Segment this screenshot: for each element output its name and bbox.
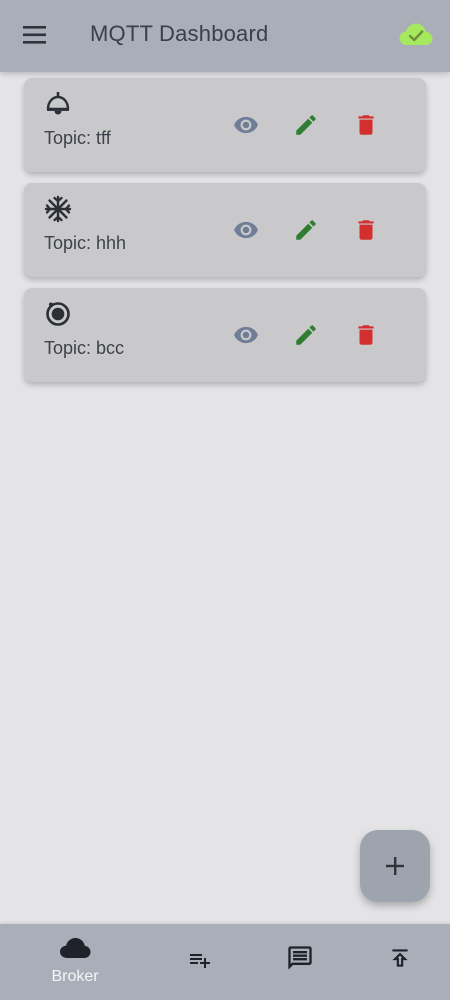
edit-button[interactable] (293, 217, 319, 243)
topic-icon (44, 300, 72, 328)
trash-icon (358, 325, 374, 345)
delete-button[interactable] (353, 322, 379, 348)
topic-list: Topic: tff Topic: hhh Topic: bcc (0, 72, 450, 924)
message-icon (288, 946, 312, 970)
topic-card: Topic: tff (24, 78, 426, 172)
topic-icon (44, 90, 72, 118)
delete-button[interactable] (353, 112, 379, 138)
nav-publish[interactable] (360, 924, 440, 1000)
view-button[interactable] (233, 217, 259, 243)
topic-label: Topic: tff (44, 128, 111, 148)
edit-button[interactable] (293, 322, 319, 348)
snowflake-icon (44, 195, 72, 223)
cloud-icon (60, 938, 91, 958)
topic-card: Topic: hhh (24, 183, 426, 277)
nav-messages[interactable] (260, 924, 340, 1000)
publish-icon (392, 949, 408, 967)
view-button[interactable] (233, 112, 259, 138)
topic-card: Topic: bcc (24, 288, 426, 382)
pencil-icon (296, 115, 316, 135)
pencil-icon (296, 220, 316, 240)
plus-icon (386, 857, 404, 875)
nav-add-topic[interactable] (160, 924, 240, 1000)
topic-icon (44, 195, 72, 223)
app-bar: MQTT Dashboard (0, 0, 450, 72)
connection-status[interactable] (398, 20, 434, 50)
ceiling-lamp-icon (46, 92, 70, 115)
add-topic-fab[interactable] (360, 830, 430, 902)
topic-label: Topic: bcc (44, 338, 125, 358)
view-button[interactable] (233, 322, 259, 348)
delete-button[interactable] (353, 217, 379, 243)
app-title: MQTT Dashboard (90, 21, 269, 46)
eye-icon (234, 116, 258, 134)
trash-icon (358, 115, 374, 135)
eye-icon (234, 326, 258, 344)
pencil-icon (296, 325, 316, 345)
playlist-add-icon (190, 954, 210, 968)
eye-icon (234, 221, 258, 239)
topic-label: Topic: hhh (44, 233, 127, 253)
cloud-connected-icon (399, 23, 433, 45)
radio-button-icon (46, 302, 70, 326)
nav-broker-label: Broker (51, 968, 99, 985)
trash-icon (358, 220, 374, 240)
menu-button[interactable] (22, 24, 48, 46)
bottom-navigation: Broker (0, 924, 450, 1000)
menu-icon (23, 26, 46, 44)
edit-button[interactable] (293, 112, 319, 138)
nav-broker[interactable]: Broker (35, 924, 115, 1000)
